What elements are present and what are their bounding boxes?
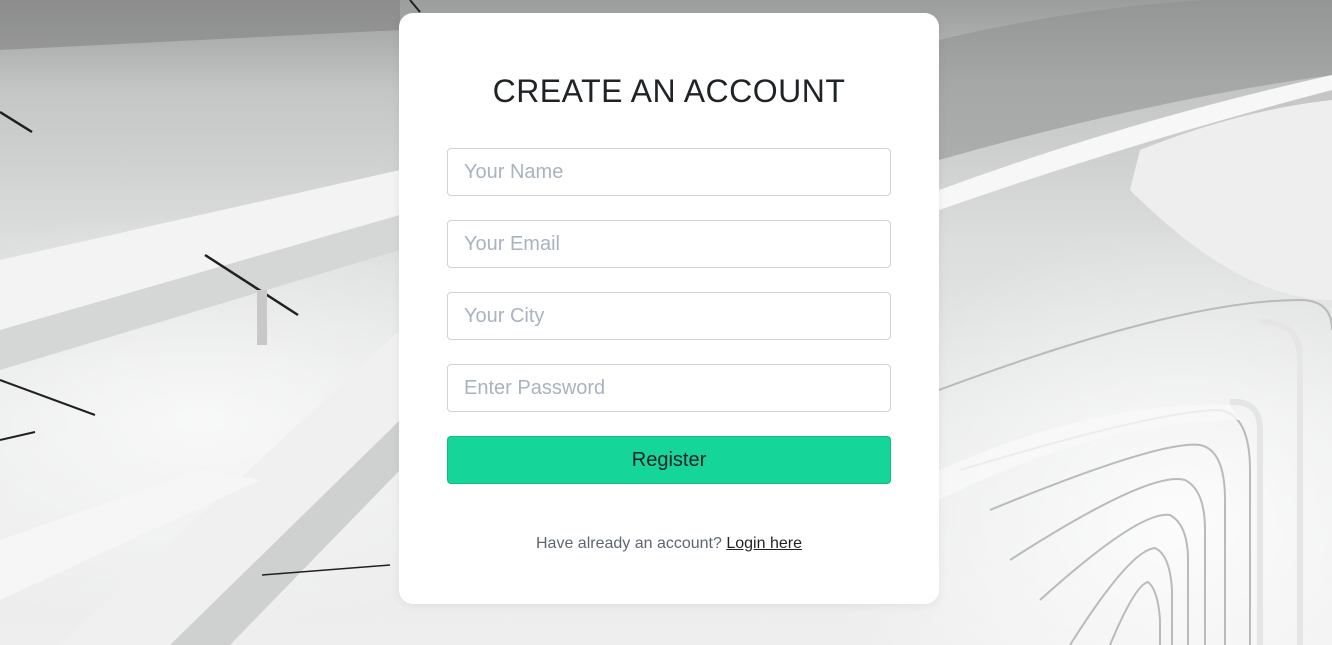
page-title: CREATE AN ACCOUNT — [492, 73, 846, 109]
password-input[interactable] — [447, 364, 891, 412]
city-input[interactable] — [447, 292, 891, 340]
email-input[interactable] — [447, 220, 891, 268]
login-prompt: Have already an account? Login here — [399, 535, 939, 553]
name-input[interactable] — [447, 148, 891, 196]
register-card: CREATE AN ACCOUNT Register Have already … — [399, 13, 939, 604]
register-button[interactable]: Register — [447, 436, 891, 484]
login-prompt-text: Have already an account? — [536, 535, 722, 552]
login-link[interactable]: Login here — [726, 535, 802, 552]
